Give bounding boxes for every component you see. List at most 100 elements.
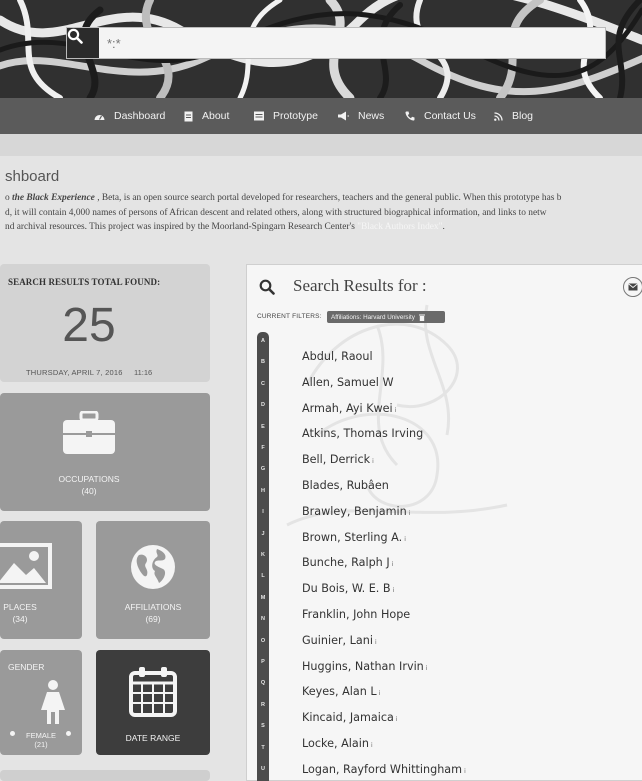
occupations-tile[interactable]: OCCUPATIONS (40) <box>0 393 210 511</box>
female-label: FEMALE <box>25 731 56 740</box>
filter-chip[interactable]: Affiliations: Harvard University <box>327 311 445 323</box>
result-item[interactable]: Kincaid, Jamaica i <box>302 711 398 724</box>
alphabet-letter-r[interactable]: R <box>257 702 269 708</box>
filter-chip-label: Affiliations: Harvard University <box>331 313 415 321</box>
result-name: Brown, Sterling A. <box>302 530 403 544</box>
current-filters-label: CURRENT FILTERS: <box>257 313 322 320</box>
affiliations-tile[interactable]: AFFILIATIONS (69) <box>96 521 210 639</box>
total-found-label: SEARCH RESULTS TOTAL FOUND: <box>8 277 161 287</box>
nav-blog[interactable]: Blog <box>494 98 533 134</box>
search-icon <box>259 279 275 295</box>
info-icon[interactable]: i <box>375 639 377 646</box>
briefcase-icon <box>63 411 115 454</box>
alphabet-letter-c[interactable]: C <box>257 381 269 387</box>
info-icon[interactable]: i <box>372 458 374 465</box>
alphabet-letter-h[interactable]: H <box>257 488 269 494</box>
alphabet-letter-u[interactable]: U <box>257 766 269 772</box>
nav-label: Contact Us <box>424 110 476 122</box>
email-results-button[interactable] <box>623 277 642 297</box>
result-item[interactable]: Du Bois, W. E. Bi <box>302 582 394 595</box>
result-name: Franklin, John Hope <box>302 608 411 621</box>
alphabet-letter-i[interactable]: I <box>257 509 269 515</box>
result-item[interactable]: Bunche, Ralph Ji <box>302 556 393 569</box>
dashboard-icon <box>94 111 105 121</box>
nav-divider-strip <box>0 134 642 156</box>
info-icon[interactable]: i <box>371 742 373 749</box>
places-tile[interactable]: PLACES (34) <box>0 521 82 639</box>
total-found-count: 25 <box>62 299 116 352</box>
alphabet-letter-l[interactable]: L <box>257 573 269 579</box>
black-authors-index-link[interactable]: "Black Authors Index" <box>357 222 442 232</box>
result-item[interactable]: Huggins, Nathan Irvin i <box>302 660 427 673</box>
rss-icon <box>494 111 503 121</box>
alphabet-letter-q[interactable]: Q <box>257 680 269 686</box>
alphabet-letter-b[interactable]: B <box>257 359 269 365</box>
occupations-label: OCCUPATIONS <box>58 474 120 484</box>
alphabet-letter-m[interactable]: M <box>257 595 269 601</box>
info-icon[interactable]: i <box>395 407 397 414</box>
date-range-tile[interactable]: DATE RANGE <box>96 650 210 755</box>
result-item[interactable]: Abdul, Raoul <box>302 350 373 363</box>
gender-label: GENDER <box>8 662 45 672</box>
result-name: Kincaid, Jamaica <box>302 711 394 725</box>
result-item[interactable]: Keyes, Alan Li <box>302 685 380 698</box>
alphabet-letter-k[interactable]: K <box>257 552 269 558</box>
result-name: Locke, Alain <box>302 737 369 750</box>
intro-text-fragment: d, it will contain 4,000 names of person… <box>5 207 547 218</box>
info-icon[interactable]: i <box>393 587 395 594</box>
info-icon[interactable]: i <box>404 536 406 543</box>
result-item[interactable]: Logan, Rayford Whittingham i <box>302 763 466 776</box>
alphabet-letter-a[interactable]: A <box>257 338 269 344</box>
result-name: Atkins, Thomas Irving <box>302 427 424 441</box>
result-item[interactable]: Brown, Sterling A. i <box>302 531 406 544</box>
result-item[interactable]: Locke, Alain i <box>302 737 373 750</box>
result-item[interactable]: Guinier, Lani i <box>302 634 377 647</box>
info-icon[interactable]: i <box>426 665 428 672</box>
header-banner <box>0 0 642 98</box>
gender-slider-dot[interactable] <box>66 731 71 736</box>
alphabet-letter-n[interactable]: N <box>257 616 269 622</box>
result-item[interactable]: Blades, Rubâen <box>302 479 389 492</box>
alphabet-letter-p[interactable]: P <box>257 659 269 665</box>
alphabet-letter-f[interactable]: F <box>257 445 269 451</box>
nav-label: About <box>202 110 230 122</box>
nav-label: Dashboard <box>114 110 166 122</box>
affiliations-count: (69) <box>145 614 161 624</box>
alphabet-letter-s[interactable]: S <box>257 723 269 729</box>
result-item[interactable]: Brawley, Benjamin i <box>302 505 410 518</box>
result-name: Abdul, Raoul <box>302 350 373 363</box>
list-icon <box>254 111 264 121</box>
alphabet-letter-e[interactable]: E <box>257 424 269 430</box>
alphabet-letter-t[interactable]: T <box>257 745 269 751</box>
result-item[interactable]: Atkins, Thomas Irving <box>302 427 423 440</box>
nav-dashboard[interactable]: Dashboard <box>94 98 165 134</box>
gender-tile[interactable]: GENDER FEMALE (21) <box>0 650 82 755</box>
alphabet-letter-d[interactable]: D <box>257 402 269 408</box>
globe-icon <box>131 545 175 589</box>
info-icon[interactable]: i <box>409 510 411 517</box>
intro-text-fragment: nd archival resources. This project was … <box>5 222 358 232</box>
info-icon[interactable]: i <box>396 716 398 723</box>
intro-text-fragment: o <box>5 193 13 203</box>
alphabet-letter-j[interactable]: J <box>257 531 269 537</box>
result-item[interactable]: Bell, Derrick i <box>302 453 374 466</box>
trash-icon[interactable] <box>418 314 425 321</box>
nav-about[interactable]: About <box>184 98 229 134</box>
next-tile-partial <box>0 770 210 781</box>
alphabet-letter-o[interactable]: O <box>257 638 269 644</box>
result-name: Logan, Rayford Whittingham <box>302 762 463 776</box>
alphabet-letter-g[interactable]: G <box>257 466 269 472</box>
info-icon[interactable]: i <box>379 690 381 697</box>
search-button[interactable] <box>67 28 99 58</box>
search-input[interactable] <box>107 28 597 58</box>
gender-slider-dot[interactable] <box>10 731 15 736</box>
result-item[interactable]: Armah, Ayi Kwei i <box>302 402 396 415</box>
info-icon[interactable]: i <box>392 561 394 568</box>
result-item[interactable]: Franklin, John Hope <box>302 608 410 621</box>
nav-contact-us[interactable]: Contact Us <box>405 98 476 134</box>
info-icon[interactable]: i <box>464 768 466 775</box>
nav-prototype[interactable]: Prototype <box>254 98 318 134</box>
nav-news[interactable]: News <box>337 98 384 134</box>
current-time: 11:16 <box>134 368 153 377</box>
result-item[interactable]: Allen, Samuel W <box>302 376 394 389</box>
